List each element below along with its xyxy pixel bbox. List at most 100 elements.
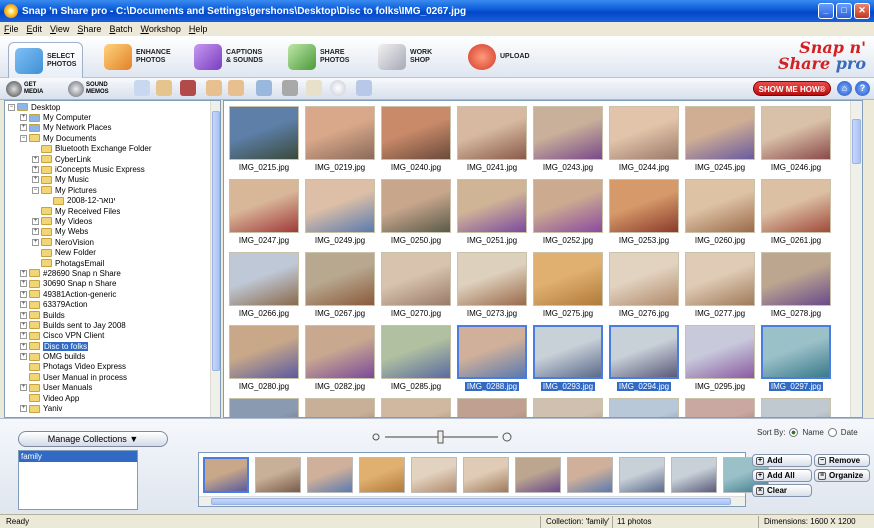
enhance-photos-button[interactable]: ENHANCE PHOTOS [104, 42, 171, 72]
collection-photo-thumbnail[interactable] [203, 457, 249, 493]
collection-photo-thumbnail[interactable] [567, 457, 613, 493]
tree-node[interactable]: + Builds [5, 310, 211, 320]
folder-tree[interactable]: − Desktop + My Computer + My Network Places − M… [4, 100, 221, 418]
tree-node[interactable]: User Manual in process [5, 372, 211, 382]
sound-memos-button[interactable]: SOUND MEMOS [68, 80, 109, 98]
photo-thumbnail[interactable]: IMG_0282.jpg [303, 323, 377, 395]
photo-thumbnail[interactable]: IMG_0245.jpg [683, 104, 757, 176]
photo-grid-scroll-thumb[interactable] [852, 119, 861, 164]
tree-node[interactable]: − Desktop [5, 102, 211, 112]
photo-thumbnail[interactable]: IMG_0276.jpg [607, 250, 681, 322]
select-photos-button[interactable]: SELECT PHOTOS [8, 42, 84, 78]
collection-photo-thumbnail[interactable] [255, 457, 301, 493]
photo-thumbnail[interactable]: IMG_0294.jpg [607, 323, 681, 395]
menu-view[interactable]: View [50, 24, 69, 34]
manage-collections-dropdown[interactable]: Manage Collections ▼ [18, 431, 168, 447]
photo-thumbnail[interactable]: IMG_0280.jpg [227, 323, 301, 395]
tree-node[interactable]: Video App [5, 393, 211, 403]
filmstrip-scrollbar[interactable] [199, 496, 745, 506]
photo-thumbnail[interactable]: IMG_0293.jpg [531, 323, 605, 395]
rotate-right-icon[interactable] [228, 80, 244, 96]
tree-node[interactable]: + Cisco VPN Client [5, 331, 211, 341]
photo-thumbnail[interactable]: IMG_0240.jpg [379, 104, 453, 176]
tree-node[interactable]: My Received Files [5, 206, 211, 216]
tree-node[interactable]: + Yaniv [5, 403, 211, 413]
menu-help[interactable]: Help [189, 24, 208, 34]
minimize-button[interactable]: _ [818, 3, 834, 19]
expand-toggle-icon[interactable]: + [32, 155, 39, 163]
expand-toggle-icon[interactable]: + [20, 353, 27, 361]
expand-toggle-icon[interactable]: + [20, 321, 27, 329]
add-all-button[interactable]: + Add All [752, 469, 812, 482]
expand-toggle-icon[interactable]: − [8, 103, 15, 111]
menu-workshop[interactable]: Workshop [140, 24, 180, 34]
photo-thumbnail[interactable]: IMG_0251.jpg [455, 177, 529, 249]
get-media-button[interactable]: GET MEDIA [6, 80, 43, 98]
expand-toggle-icon[interactable]: + [20, 290, 27, 298]
tree-node[interactable]: +63379Action [5, 299, 211, 309]
collection-photo-thumbnail[interactable] [359, 457, 405, 493]
crop-icon[interactable] [356, 80, 372, 96]
tree-node[interactable]: +49381Action-generic [5, 289, 211, 299]
clear-button[interactable]: × Clear [752, 484, 812, 497]
tree-node[interactable]: + iConcepts Music Express [5, 164, 211, 174]
expand-toggle-icon[interactable]: + [32, 166, 39, 174]
add-button[interactable]: + Add [752, 454, 812, 467]
photo-thumbnail[interactable] [303, 396, 377, 417]
collection-photo-thumbnail[interactable] [411, 457, 457, 493]
close-button[interactable]: ✕ [854, 3, 870, 19]
upload-button[interactable]: UPLOAD [468, 42, 530, 72]
tree-node[interactable]: +30690 Snap n Share [5, 279, 211, 289]
menu-batch[interactable]: Batch [109, 24, 132, 34]
expand-toggle-icon[interactable]: + [20, 114, 27, 122]
photo-thumbnail[interactable]: IMG_0295.jpg [683, 323, 757, 395]
photo-thumbnail[interactable] [759, 396, 833, 417]
tree-node[interactable]: − My Documents [5, 133, 211, 143]
expand-toggle-icon[interactable]: + [20, 269, 27, 277]
expand-toggle-icon[interactable]: − [20, 134, 27, 142]
photo-thumbnail[interactable] [531, 396, 605, 417]
collection-item[interactable]: family [19, 451, 137, 462]
collections-list[interactable]: family [18, 450, 138, 510]
expand-toggle-icon[interactable]: + [32, 176, 39, 184]
tree-node[interactable]: New Folder [5, 247, 211, 257]
show-me-how-button[interactable]: SHOW ME HOW® [753, 81, 831, 96]
maximize-button[interactable]: □ [836, 3, 852, 19]
print-icon[interactable] [282, 80, 298, 96]
tree-node[interactable]: + NeroVision [5, 237, 211, 247]
menu-edit[interactable]: Edit [27, 24, 43, 34]
photo-thumbnail[interactable]: IMG_0253.jpg [607, 177, 681, 249]
expand-toggle-icon[interactable]: + [20, 124, 27, 132]
filmstrip-scroll-thumb[interactable] [211, 498, 731, 505]
photo-thumbnail[interactable]: IMG_0285.jpg [379, 323, 453, 395]
photo-thumbnail[interactable]: IMG_0247.jpg [227, 177, 301, 249]
delete-icon[interactable] [180, 80, 196, 96]
photo-thumbnail[interactable] [455, 396, 529, 417]
tree-node[interactable]: + OMG builds [5, 351, 211, 361]
info-icon[interactable] [134, 80, 150, 96]
tree-node[interactable]: + #28690 Snap n Share [5, 268, 211, 278]
photo-thumbnail[interactable]: IMG_0267.jpg [303, 250, 377, 322]
expand-toggle-icon[interactable]: + [32, 238, 39, 246]
photo-thumbnail[interactable]: IMG_0260.jpg [683, 177, 757, 249]
expand-toggle-icon[interactable]: + [32, 217, 39, 225]
cd-icon[interactable] [330, 80, 346, 96]
tree-node[interactable]: + Disc to folks [5, 341, 211, 351]
expand-toggle-icon[interactable]: + [20, 332, 27, 340]
home-icon[interactable]: ⌂ [837, 81, 852, 96]
photo-thumbnail[interactable]: IMG_0266.jpg [227, 250, 301, 322]
photo-thumbnail[interactable]: IMG_0250.jpg [379, 177, 453, 249]
expand-toggle-icon[interactable]: + [20, 384, 27, 392]
organize-button[interactable]: ≡ Organize [814, 469, 870, 482]
sort-date-radio[interactable] [827, 428, 837, 437]
photo-thumbnail[interactable] [683, 396, 757, 417]
photo-thumbnail[interactable]: IMG_0277.jpg [683, 250, 757, 322]
tree-node[interactable]: Photags Video Express [5, 362, 211, 372]
tree-node[interactable]: Bluetooth Exchange Folder [5, 144, 211, 154]
menu-share[interactable]: Share [77, 24, 101, 34]
collection-photo-thumbnail[interactable] [671, 457, 717, 493]
photo-thumbnail[interactable]: IMG_0244.jpg [607, 104, 681, 176]
tree-node[interactable]: PhotagsEmail [5, 258, 211, 268]
expand-toggle-icon[interactable]: + [20, 311, 27, 319]
thumbnail-size-slider[interactable] [370, 429, 515, 445]
